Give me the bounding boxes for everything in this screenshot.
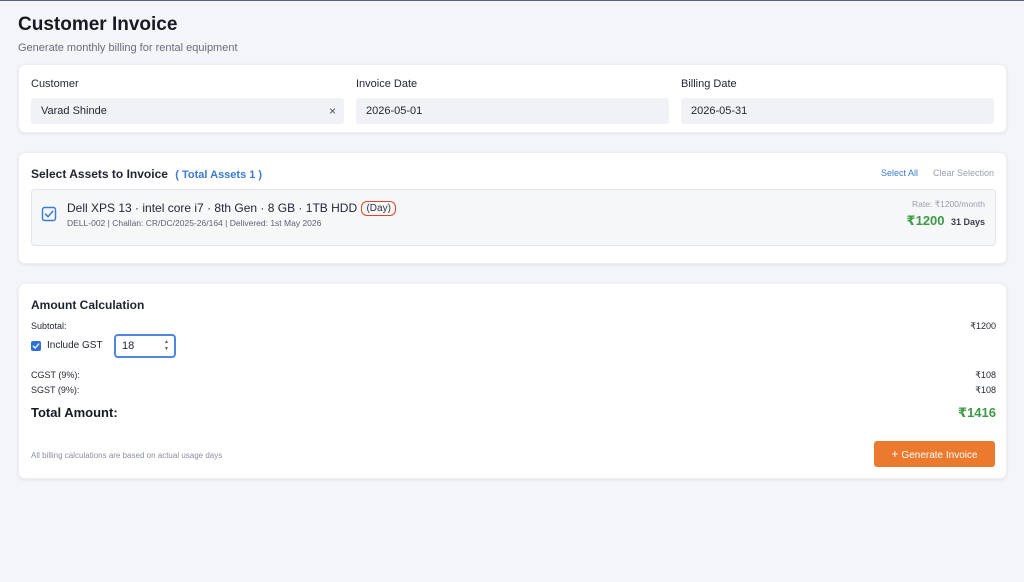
invoice-date-label: Invoice Date [356, 78, 418, 90]
checkbox-checked-icon[interactable] [41, 206, 57, 222]
customer-select[interactable]: Varad Shinde × [31, 98, 344, 124]
checkmark-icon [32, 343, 40, 349]
period-badge: (Day) [361, 201, 396, 216]
billing-date-field: Billing Date 2026-05-31 [681, 78, 994, 124]
generate-invoice-button[interactable]: + Generate Invoice [874, 441, 995, 467]
amount-calculation-card: Amount Calculation Subtotal: ₹1200 Inclu… [18, 283, 1007, 479]
asset-price: ₹1200 31 Days [907, 212, 985, 230]
total-label: Total Amount: [31, 405, 118, 420]
customer-details-card: Customer Varad Shinde × Invoice Date 202… [18, 64, 1007, 133]
asset-amount: ₹1200 [906, 213, 945, 228]
assets-title-text: Select Assets to Invoice [31, 167, 168, 181]
select-all-link[interactable]: Select All [881, 168, 918, 178]
page-title: Customer Invoice [18, 14, 178, 35]
page-header: Customer Invoice Generate monthly billin… [18, 14, 238, 54]
gst-rate-input[interactable]: 18 ▲ ▼ [114, 334, 176, 358]
customer-value: Varad Shinde [41, 105, 107, 117]
asset-meta: DELL-002 | Challan: CR/DC/2025-26/164 | … [67, 218, 322, 228]
invoice-date-input[interactable]: 2026-05-01 [356, 98, 669, 124]
customer-field: Customer Varad Shinde × [31, 78, 344, 124]
clear-customer-icon[interactable]: × [329, 98, 336, 124]
total-row: Total Amount: ₹1416 [31, 405, 996, 420]
subtotal-row: Subtotal: ₹1200 [31, 321, 996, 331]
gst-rate-value: 18 [122, 340, 135, 352]
sgst-row: SGST (9%): ₹108 [31, 385, 996, 395]
assets-section-title: Select Assets to Invoice ( Total Assets … [31, 167, 262, 181]
generate-invoice-label: Generate Invoice [901, 450, 978, 461]
amount-section-title: Amount Calculation [31, 298, 145, 312]
total-assets-count: ( Total Assets 1 ) [175, 169, 263, 181]
cgst-value: ₹108 [975, 370, 996, 380]
cgst-row: CGST (9%): ₹108 [31, 370, 996, 380]
asset-rate: Rate: ₹1200/month [912, 199, 985, 209]
cgst-label: CGST (9%): [31, 370, 80, 380]
asset-name: Dell XPS 13 · intel core i7 · 8th Gen · … [67, 201, 396, 217]
customer-label: Customer [31, 78, 79, 90]
page-subtitle: Generate monthly billing for rental equi… [18, 42, 238, 54]
invoice-date-field: Invoice Date 2026-05-01 [356, 78, 669, 124]
billing-footnote: All billing calculations are based on ac… [31, 451, 223, 460]
assets-card: Select Assets to Invoice ( Total Assets … [18, 152, 1007, 264]
subtotal-value: ₹1200 [970, 321, 996, 331]
plus-icon: + [891, 447, 899, 461]
asset-days: 31 Days [950, 217, 985, 227]
clear-selection-link[interactable]: Clear Selection [933, 168, 994, 178]
sgst-label: SGST (9%): [31, 385, 80, 395]
total-value: ₹1416 [958, 405, 996, 420]
billing-date-label: Billing Date [681, 78, 737, 90]
asset-list-item[interactable]: Dell XPS 13 · intel core i7 · 8th Gen · … [31, 189, 996, 246]
sgst-value: ₹108 [975, 385, 996, 395]
subtotal-label: Subtotal: [31, 321, 67, 331]
window-top-border [0, 0, 1024, 1]
billing-date-input[interactable]: 2026-05-31 [681, 98, 994, 124]
include-gst-checkbox[interactable] [31, 341, 41, 351]
spinner-arrows-icon[interactable]: ▲ ▼ [164, 339, 169, 353]
asset-name-text: Dell XPS 13 · intel core i7 · 8th Gen · … [67, 201, 358, 215]
include-gst-label: Include GST [47, 340, 103, 351]
